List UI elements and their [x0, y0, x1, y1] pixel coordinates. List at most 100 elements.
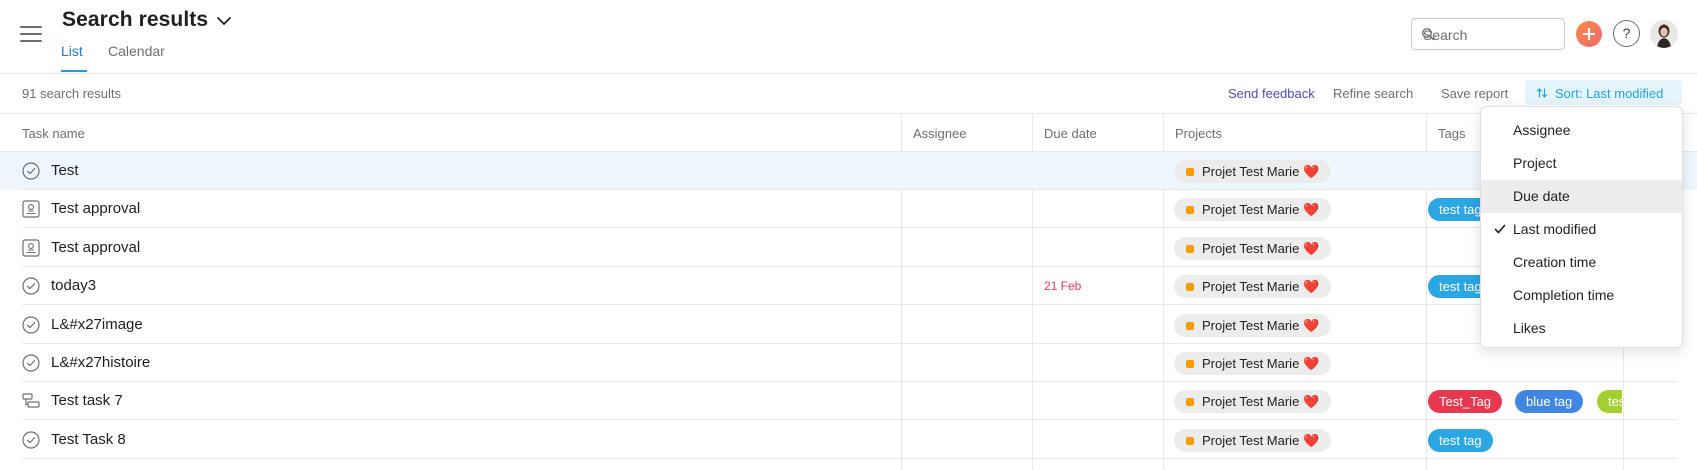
task-name[interactable]: L&#x27histoire	[51, 354, 150, 371]
heart-emoji: ❤️	[1303, 240, 1320, 256]
sort-option-label: Likes	[1513, 320, 1546, 336]
heart-emoji: ❤️	[1303, 164, 1320, 179]
sort-option-label: Last modified	[1513, 221, 1597, 237]
column-header-assignee[interactable]: Assignee	[913, 126, 966, 141]
table-row[interactable]: Test Projet Test Marie ❤️	[0, 152, 1697, 190]
sort-button[interactable]: Sort: Last modified	[1525, 80, 1682, 105]
save-report-button[interactable]: Save report	[1441, 86, 1508, 101]
top-bar: Search results List Calendar ?	[0, 0, 1697, 74]
project-name: Projet Test Marie	[1202, 394, 1300, 410]
project-pill[interactable]: Projet Test Marie ❤️	[1174, 390, 1332, 414]
table-row[interactable]: L&#x27histoire Projet Test Marie ❤️	[0, 344, 1697, 382]
table-row[interactable]: Test Task 8 Projet Test Marie ❤️ test tag	[0, 421, 1697, 459]
project-pill[interactable]: Projet Test Marie ❤️	[1174, 275, 1332, 299]
project-pill[interactable]: Projet Test Marie ❤️	[1174, 236, 1332, 260]
table-header: Task name Assignee Due date Projects Tag…	[0, 114, 1697, 152]
table-row[interactable]: Test approval Projet Test Marie ❤️ test tag	[0, 190, 1697, 229]
approval-icon[interactable]	[22, 200, 40, 218]
task-name[interactable]: Test	[51, 162, 79, 179]
sort-option-label: Due date	[1513, 188, 1570, 204]
task-name[interactable]: today3	[51, 277, 96, 294]
chevron-down-icon[interactable]	[214, 11, 234, 31]
due-date[interactable]: 21 Feb	[1044, 279, 1081, 293]
heart-emoji: ❤️	[1303, 279, 1320, 295]
project-name: Projet Test Marie	[1202, 240, 1300, 256]
check-circle-icon[interactable]	[22, 277, 40, 295]
results-count: 91 search results	[22, 86, 121, 101]
sort-menu: Assignee Project Due date Last modified Crea…	[1480, 106, 1683, 348]
sort-option-label: Project	[1513, 155, 1557, 171]
sort-option-likes[interactable]: Likes	[1481, 312, 1682, 345]
heart-emoji: ❤️	[1303, 202, 1320, 218]
tag-pill[interactable]: Test_Tag	[1428, 390, 1503, 414]
check-circle-icon[interactable]	[22, 315, 40, 334]
project-pill[interactable]: Projet Test Marie ❤️	[1174, 428, 1332, 452]
sort-option-label: Assignee	[1513, 122, 1571, 138]
check-circle-icon[interactable]	[22, 162, 40, 180]
project-color-dot	[1186, 436, 1194, 445]
tag-pill[interactable]: blue tag	[1515, 390, 1584, 414]
project-pill[interactable]: Projet Test Marie ❤️	[1174, 198, 1332, 222]
sort-option-project[interactable]: Project	[1481, 147, 1682, 180]
heart-emoji: ❤️	[1303, 394, 1320, 410]
project-name: Projet Test Marie	[1202, 279, 1300, 295]
column-header-projects[interactable]: Projects	[1175, 126, 1222, 141]
task-name[interactable]: Test approval	[51, 200, 140, 217]
project-pill[interactable]: Projet Test Marie ❤️	[1174, 160, 1332, 183]
sort-option-last-modified[interactable]: Last modified	[1481, 213, 1682, 246]
tags-cell: test tag	[1428, 421, 1622, 459]
row-divider	[22, 457, 1677, 459]
heart-emoji: ❤️	[1303, 317, 1320, 333]
task-name[interactable]: Test task 7	[51, 392, 123, 409]
sort-option-label: Creation time	[1513, 254, 1597, 270]
refine-search-button[interactable]: Refine search	[1333, 86, 1413, 101]
search-input[interactable]	[1423, 25, 1561, 45]
heart-emoji: ❤️	[1303, 432, 1320, 448]
sort-option-creation-time[interactable]: Creation time	[1481, 246, 1682, 279]
check-circle-icon[interactable]	[22, 354, 40, 372]
task-name[interactable]: Test Task 8	[51, 431, 126, 448]
sort-arrows-icon	[1536, 88, 1548, 98]
project-name: Projet Test Marie	[1202, 317, 1300, 333]
project-color-dot	[1186, 398, 1194, 407]
hamburger-menu-icon[interactable]	[20, 26, 42, 42]
table-row[interactable]: Test task 7 Projet Test Marie ❤️ Test_Tag bl…	[0, 382, 1697, 421]
table-row[interactable]: Test approval Projet Test Marie ❤️	[0, 229, 1697, 267]
project-name: Projet Test Marie	[1202, 432, 1300, 448]
sort-option-due-date[interactable]: Due date	[1481, 180, 1682, 213]
tab-list[interactable]: List	[61, 43, 83, 59]
quick-add-button[interactable]	[1576, 21, 1602, 47]
page-title: Search results	[62, 8, 209, 31]
sort-option-label: Completion time	[1513, 287, 1615, 303]
results-toolbar: 91 search results Send feedback Refine s…	[0, 74, 1697, 114]
tag-pill[interactable]: test tag	[1428, 428, 1493, 452]
project-name: Projet Test Marie	[1202, 202, 1300, 218]
project-name: Projet Test Marie	[1202, 164, 1300, 179]
project-pill[interactable]: Projet Test Marie ❤️	[1174, 352, 1332, 375]
search-box[interactable]	[1411, 18, 1565, 50]
avatar[interactable]	[1650, 20, 1678, 48]
sort-option-completion-time[interactable]: Completion time	[1481, 279, 1682, 312]
task-name[interactable]: L&#x27image	[51, 316, 143, 333]
milestone-icon[interactable]	[22, 392, 40, 410]
help-button[interactable]: ?	[1613, 20, 1640, 47]
project-color-dot	[1186, 283, 1194, 292]
table-row[interactable]: L&#x27image Projet Test Marie ❤️	[0, 306, 1697, 344]
column-header-tags[interactable]: Tags	[1438, 126, 1465, 141]
sort-option-assignee[interactable]: Assignee	[1481, 114, 1682, 147]
table-row[interactable]: today3 21 Feb Projet Test Marie ❤️ test tag	[0, 267, 1697, 306]
project-color-dot	[1186, 360, 1194, 368]
tab-calendar[interactable]: Calendar	[108, 43, 165, 59]
send-feedback-link[interactable]: Send feedback	[1228, 86, 1315, 101]
sort-button-label: Sort: Last modified	[1555, 86, 1664, 101]
user-avatar-icon	[1650, 20, 1678, 48]
project-pill[interactable]: Projet Test Marie ❤️	[1174, 313, 1332, 337]
approval-icon[interactable]	[22, 239, 40, 257]
column-header-task-name[interactable]: Task name	[22, 126, 85, 141]
tags-cell: Test_Tag blue tag test tag	[1428, 382, 1622, 420]
column-header-due-date[interactable]: Due date	[1044, 126, 1097, 141]
project-color-dot	[1186, 321, 1194, 330]
tag-pill[interactable]: test tag	[1597, 390, 1622, 414]
check-circle-icon[interactable]	[22, 431, 40, 449]
task-name[interactable]: Test approval	[51, 239, 140, 256]
